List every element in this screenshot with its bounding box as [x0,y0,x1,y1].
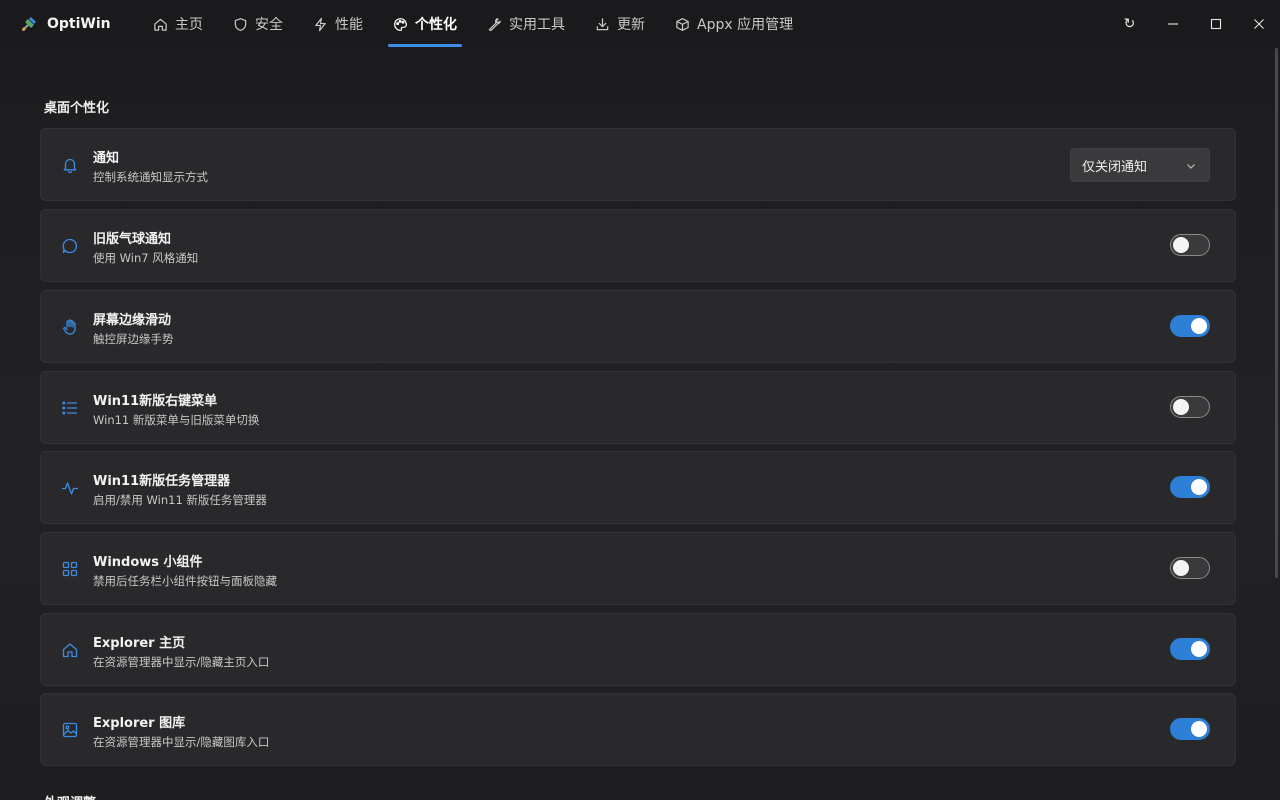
tab-personalization[interactable]: 个性化 [382,0,468,48]
minimize-icon [1167,23,1178,25]
setting-title: 屏幕边缘滑动 [93,313,172,328]
tab-updates[interactable]: 更新 [584,0,656,48]
palette-icon [394,17,407,31]
refresh-icon: ↻ [1123,16,1136,32]
shield-icon [234,17,247,31]
dropdown-value: 仅关闭通知 [1082,159,1148,175]
close-button[interactable] [1237,0,1280,48]
bell-icon [61,156,79,174]
setting-description: Win11 新版菜单与旧版菜单切换 [93,413,260,427]
explorer-home-toggle[interactable] [1170,638,1210,660]
download-icon [596,17,609,30]
window-controls: ↻ [1108,0,1280,48]
setting-card-balloon-notifications: 旧版气球通知 使用 Win7 风格通知 [40,209,1236,282]
app-logo-icon [20,15,38,33]
explorer-gallery-toggle[interactable] [1170,718,1210,740]
grid-icon [61,560,79,578]
list-icon [61,399,79,417]
tab-label: 性能 [335,17,363,33]
setting-description: 禁用后任务栏小组件按钮与面板隐藏 [93,574,277,588]
setting-title: 通知 [93,151,120,166]
setting-description: 在资源管理器中显示/隐藏图库入口 [93,735,270,749]
tab-label: 主页 [175,17,203,33]
setting-title: Win11新版任务管理器 [93,474,231,489]
setting-card-new-context-menu: Win11新版右键菜单 Win11 新版菜单与旧版菜单切换 [40,371,1236,444]
setting-card-widgets: Windows 小组件 禁用后任务栏小组件按钮与面板隐藏 [40,532,1236,605]
toggle-knob [1191,721,1207,737]
tab-appx-manager[interactable]: Appx 应用管理 [664,0,804,48]
setting-description: 触控屏边缘手势 [93,332,174,346]
tab-label: Appx 应用管理 [697,17,794,33]
maximize-button[interactable] [1194,0,1237,48]
toggle-knob [1191,641,1207,657]
setting-description: 控制系统通知显示方式 [93,170,208,184]
image-icon [61,721,79,739]
app-window: OptiWin 主页 安全 性能 个性化 实用工具 更新 Appx 应用管理 ↻… [0,0,1280,800]
tab-label: 个性化 [415,17,457,33]
activity-icon [61,479,79,497]
toggle-knob [1173,560,1189,576]
setting-description: 在资源管理器中显示/隐藏主页入口 [93,655,270,669]
tab-label: 安全 [255,17,283,33]
minimize-button[interactable] [1151,0,1194,48]
toggle-knob [1173,237,1189,253]
tab-label: 更新 [617,17,645,33]
lightning-icon [315,17,326,31]
wrench-icon [488,17,501,31]
setting-title: Windows 小组件 [93,555,203,570]
section-title: 桌面个性化 [44,101,110,116]
tab-utilities[interactable]: 实用工具 [476,0,576,48]
widgets-toggle[interactable] [1170,557,1210,579]
tab-home[interactable]: 主页 [142,0,214,48]
toggle-knob [1191,479,1207,495]
new-context-menu-toggle[interactable] [1170,396,1210,418]
title-bar: OptiWin 主页 安全 性能 个性化 实用工具 更新 Appx 应用管理 ↻ [0,0,1280,48]
setting-card-explorer-gallery: Explorer 图库 在资源管理器中显示/隐藏图库入口 [40,693,1236,766]
balloon-notifications-toggle[interactable] [1170,234,1210,256]
app-brand: OptiWin [20,15,142,33]
setting-title: Win11新版右键菜单 [93,394,218,409]
setting-card-edge-swipe: 屏幕边缘滑动 触控屏边缘手势 [40,290,1236,363]
setting-card-notifications: 通知 控制系统通知显示方式 仅关闭通知 [40,128,1236,201]
toggle-knob [1173,399,1189,415]
setting-description: 使用 Win7 风格通知 [93,251,199,265]
home-icon [154,18,167,31]
setting-title: Explorer 主页 [93,636,186,651]
new-task-manager-toggle[interactable] [1170,476,1210,498]
tab-performance[interactable]: 性能 [302,0,374,48]
chevron-down-icon [1187,164,1195,169]
notification-mode-dropdown[interactable]: 仅关闭通知 [1070,148,1210,182]
toggle-knob [1191,318,1207,334]
home-icon [61,641,79,659]
settings-content[interactable]: 桌面个性化 通知 控制系统通知显示方式 仅关闭通知 旧版气球通知 使用 Win7… [0,48,1280,800]
hand-icon [61,318,79,336]
refresh-button[interactable]: ↻ [1108,0,1151,48]
setting-description: 启用/禁用 Win11 新版任务管理器 [93,493,267,507]
close-icon [1253,19,1264,29]
main-tabs: 主页 安全 性能 个性化 实用工具 更新 Appx 应用管理 [142,0,812,48]
package-icon [676,17,689,31]
app-title: OptiWin [47,16,111,32]
next-section-title: 外观调整 [44,792,96,800]
scrollbar[interactable] [1275,48,1278,578]
tab-security[interactable]: 安全 [222,0,294,48]
maximize-icon [1210,18,1221,30]
tab-label: 实用工具 [509,17,565,33]
edge-swipe-toggle[interactable] [1170,315,1210,337]
setting-title: Explorer 图库 [93,716,186,731]
setting-title: 旧版气球通知 [93,232,172,247]
setting-card-new-task-manager: Win11新版任务管理器 启用/禁用 Win11 新版任务管理器 [40,451,1236,524]
setting-card-explorer-home: Explorer 主页 在资源管理器中显示/隐藏主页入口 [40,613,1236,686]
chat-bubble-icon [61,237,79,255]
